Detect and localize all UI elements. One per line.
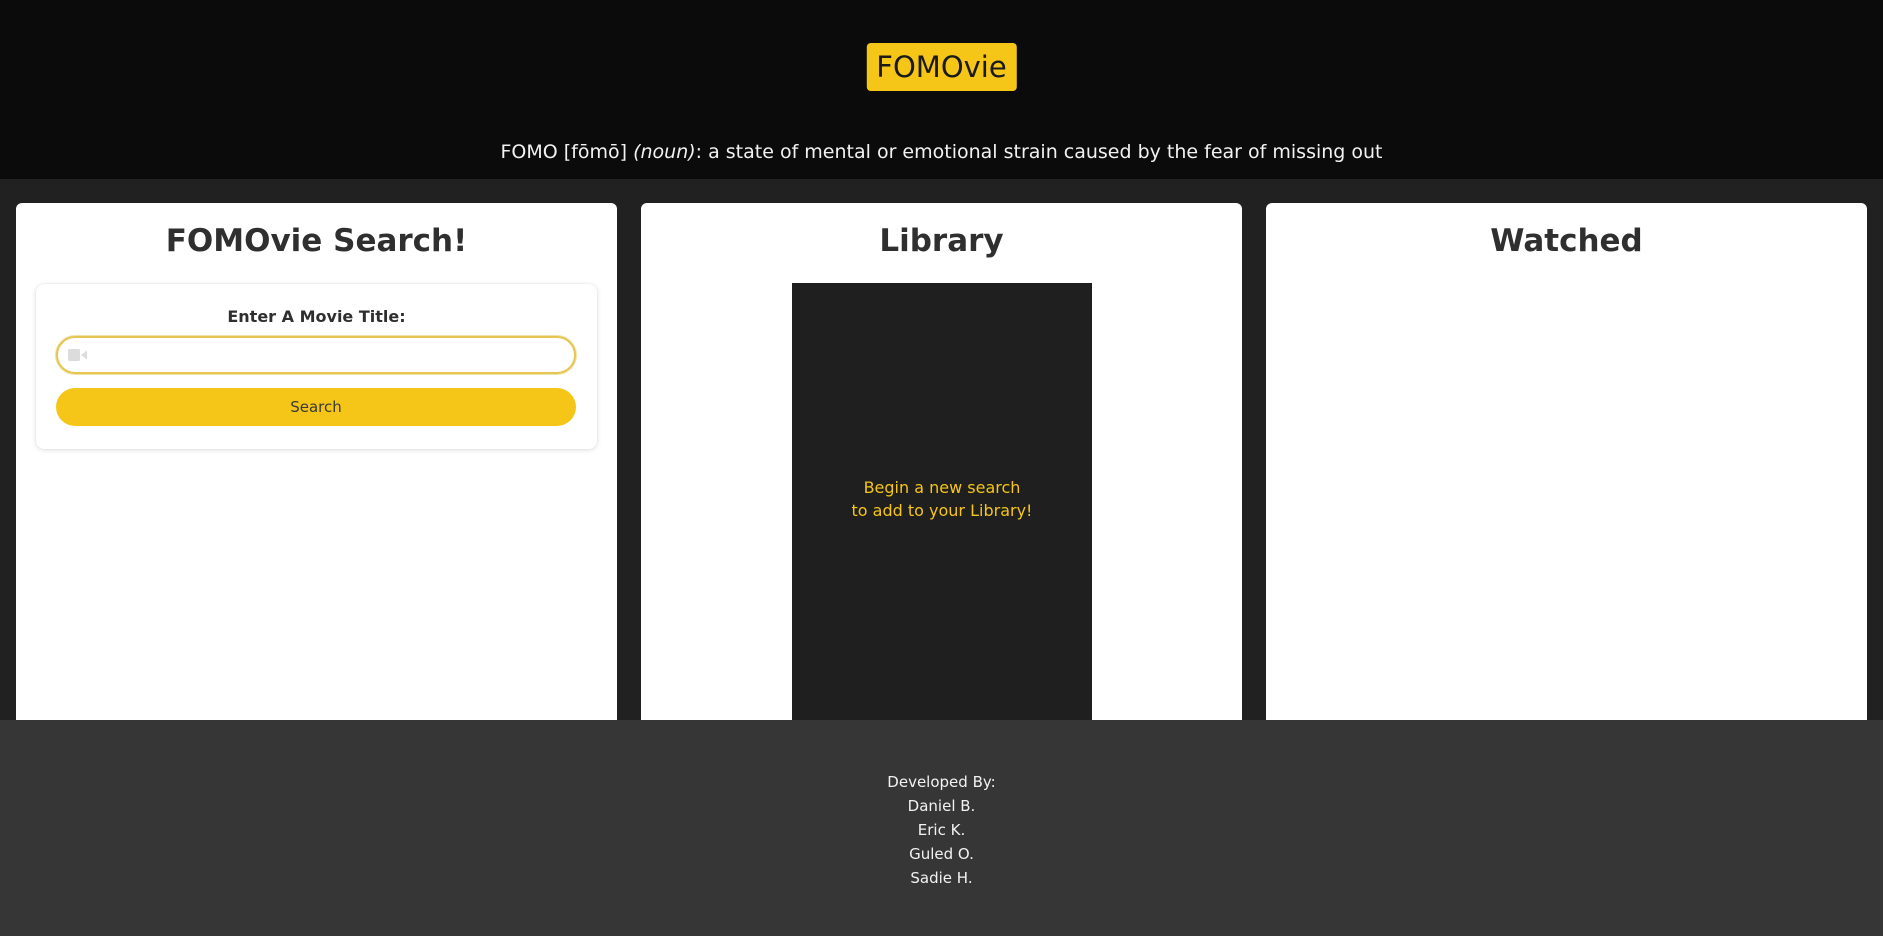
tagline-term: FOMO [fōmō]: [500, 141, 628, 163]
watched-card: Watched: [1266, 203, 1867, 720]
site-header: FOMOvie FOMO [fōmō] (noun): a state of m…: [0, 0, 1883, 179]
site-logo: FOMOvie: [866, 43, 1017, 91]
movie-title-input[interactable]: [94, 338, 568, 374]
watched-card-title: Watched: [1490, 223, 1643, 259]
search-card: FOMOvie Search! Enter A Movie Title: Sea…: [16, 203, 617, 720]
developer-name: Daniel B.: [907, 797, 976, 815]
developer-name: Guled O.: [909, 845, 974, 863]
library-message-line-1: Begin a new search: [863, 478, 1021, 497]
search-card-title: FOMOvie Search!: [165, 223, 468, 259]
site-footer: Developed By: Daniel B. Eric K. Guled O.…: [0, 720, 1883, 936]
developer-name: Eric K.: [917, 821, 966, 839]
developer-name: Sadie H.: [910, 869, 973, 887]
search-button[interactable]: Search: [56, 388, 576, 426]
tagline: FOMO [fōmō] (noun): a state of mental or…: [0, 141, 1883, 163]
credits-heading: Developed By:: [887, 773, 996, 791]
tagline-definition: : a state of mental or emotional strain …: [695, 141, 1383, 163]
search-form: Enter A Movie Title: Search: [36, 284, 597, 449]
library-panel: Begin a new search to add to your Librar…: [792, 283, 1092, 720]
video-camera-icon: [68, 349, 87, 361]
library-card-title: Library: [879, 223, 1004, 259]
search-input-wrapper[interactable]: [56, 336, 576, 374]
library-card: Library Begin a new search to add to you…: [641, 203, 1242, 720]
library-message-line-2: to add to your Library!: [851, 501, 1033, 520]
tagline-part-of-speech: (noun): [633, 141, 696, 163]
developer-credits: Developed By: Daniel B. Eric K. Guled O.…: [0, 770, 1883, 890]
movie-title-label: Enter A Movie Title:: [227, 307, 406, 326]
library-empty-message: Begin a new search to add to your Librar…: [792, 476, 1092, 522]
